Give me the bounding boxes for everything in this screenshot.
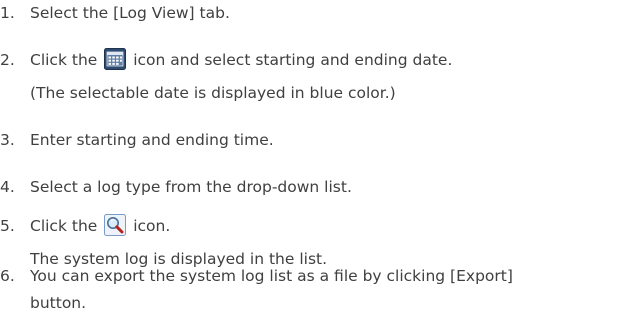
instruction-steps: 1. Select the [Log View] tab. 2. Click t…: [0, 0, 630, 312]
step-line: Enter starting and ending time.: [30, 131, 274, 149]
magnifier-search-icon: [104, 214, 127, 236]
step-number: 6.: [0, 267, 15, 285]
step-line: (The selectable date is displayed in blu…: [30, 84, 396, 102]
step-text: Enter starting and ending time.: [30, 127, 274, 160]
step-text: You can export the system log list as a …: [30, 263, 513, 323]
step-line-part: Click the: [30, 217, 98, 235]
step-number: 2.: [0, 51, 15, 69]
step-line: Click the icon.: [30, 213, 327, 246]
calendar-icon: [104, 48, 127, 70]
step-line: button.: [30, 294, 87, 312]
step-text: Select the [Log View] tab.: [30, 0, 230, 33]
step-text: Select a log type from the drop-down lis…: [30, 174, 352, 207]
step-line: Select a log type from the drop-down lis…: [30, 178, 352, 196]
step-line-part: icon.: [133, 217, 171, 235]
step-number: 3.: [0, 131, 15, 149]
step-number: 1.: [0, 4, 15, 22]
step-number: 4.: [0, 178, 15, 196]
step-line-part: icon and select starting and ending date…: [133, 51, 453, 69]
step-number: 5.: [0, 217, 15, 235]
step-text: Click the icon and select starting and e…: [30, 47, 452, 113]
step-line-part: Click the: [30, 51, 98, 69]
step-line: Select the [Log View] tab.: [30, 4, 230, 22]
step-line: Click the icon and select starting and e…: [30, 47, 452, 80]
